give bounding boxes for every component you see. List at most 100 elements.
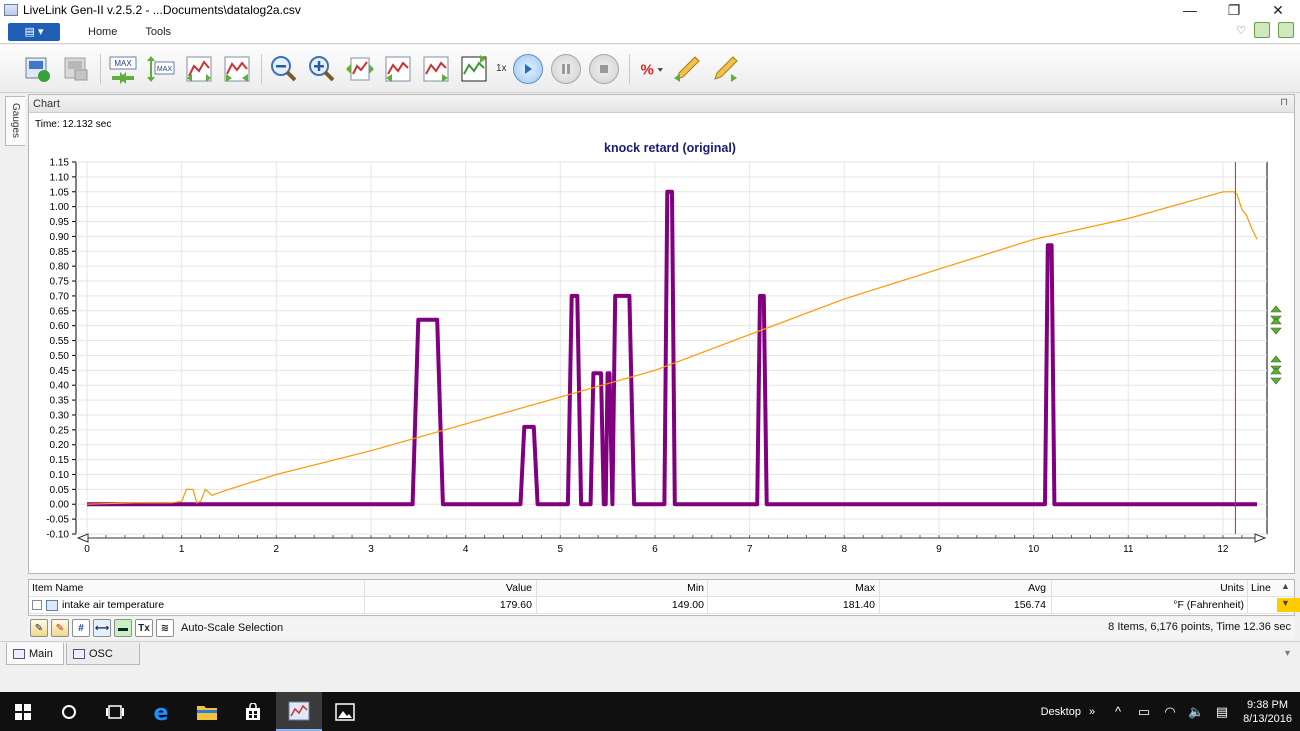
max-vertical-button[interactable]: MAX	[145, 53, 177, 85]
pause-button[interactable]	[550, 53, 581, 84]
start-button[interactable]	[0, 692, 46, 731]
tab-tools[interactable]: Tools	[145, 26, 171, 38]
system-tray: Desktop » ^ ▭ ◠ 🔈 ▤ 9:38 PM 8/13/2016	[1041, 692, 1292, 731]
band-icon[interactable]: ▬	[114, 619, 132, 637]
scroll-right-icon	[1254, 533, 1267, 543]
connect-button[interactable]	[22, 53, 54, 85]
disconnect-button[interactable]	[60, 53, 92, 85]
col-line[interactable]: Line	[1251, 582, 1271, 594]
time-readout: Time: 12.132 sec	[35, 119, 111, 130]
zoom-in-button[interactable]	[306, 53, 338, 85]
gauges-side-tab[interactable]: Gauges	[5, 96, 25, 146]
play-button[interactable]	[512, 53, 543, 84]
row-value: 179.60	[499, 599, 532, 611]
clock[interactable]: 9:38 PM 8/13/2016	[1243, 698, 1292, 726]
file-explorer-button[interactable]	[184, 692, 230, 731]
y-tick-label: 0.95	[50, 217, 70, 228]
wifi-icon[interactable]: ◠	[1162, 704, 1178, 720]
tab-osc[interactable]: OSC	[66, 643, 140, 665]
document-tabs: Main OSC ▾	[0, 641, 1300, 665]
export-file-icon[interactable]	[1278, 22, 1294, 38]
y-tick-label: 0.90	[50, 232, 70, 243]
svg-text:MAX: MAX	[114, 59, 132, 68]
y-tick-label: 0.50	[50, 351, 70, 362]
pencil-left-button[interactable]	[670, 53, 702, 85]
show-hidden-icons-icon[interactable]: ^	[1110, 704, 1126, 720]
col-value[interactable]: Value	[506, 582, 532, 594]
chevron-down-icon[interactable]: ▾	[1285, 648, 1290, 659]
pencil-red-tool-icon[interactable]: ✎	[51, 619, 69, 637]
x-tick-label: 7	[747, 544, 753, 555]
tab-main-label: Main	[29, 647, 53, 660]
pan-left-button[interactable]	[382, 53, 414, 85]
volume-icon[interactable]: 🔈	[1188, 704, 1204, 720]
y-tick-label: 0.60	[50, 321, 70, 332]
scroll-up-icon[interactable]: ▲	[1281, 581, 1290, 591]
open-file-icon[interactable]	[1254, 22, 1270, 38]
livelink-app-icon	[288, 701, 310, 720]
toolbar-chevron-icon[interactable]: »	[1089, 706, 1095, 718]
x-tick-label: 0	[84, 544, 90, 555]
percent-dropdown-button[interactable]: %	[636, 53, 664, 85]
row-checkbox[interactable]	[32, 600, 42, 610]
max-scale-button[interactable]: MAX	[107, 53, 139, 85]
windows-logo-icon	[15, 703, 31, 720]
photos-button[interactable]	[322, 692, 368, 731]
restore-button[interactable]: ❐	[1212, 0, 1256, 20]
task-view-button[interactable]	[92, 692, 138, 731]
file-menu-button[interactable]: ▤ ▾	[8, 22, 60, 41]
photos-icon	[335, 702, 355, 721]
stop-button[interactable]	[588, 53, 619, 84]
scroll-down-icon[interactable]: ▼	[1281, 598, 1290, 608]
auto-scale-label[interactable]: Auto-Scale Selection	[181, 622, 283, 634]
tab-osc-label: OSC	[89, 647, 113, 660]
store-button[interactable]	[230, 692, 276, 731]
x-tick-label: 4	[463, 544, 469, 555]
y-tick-label: 0.10	[50, 470, 70, 481]
pencil-right-button[interactable]	[708, 53, 740, 85]
search-button[interactable]	[46, 692, 92, 731]
playback-speed-label[interactable]: 1x	[496, 63, 507, 74]
fit-horizontal-button[interactable]	[344, 53, 376, 85]
close-button[interactable]: ✕	[1256, 0, 1300, 20]
col-divider	[364, 580, 365, 596]
x-tick-label: 12	[1217, 544, 1229, 555]
zoom-out-button[interactable]	[268, 53, 300, 85]
y-tick-label: 0.45	[50, 366, 70, 377]
col-divider	[707, 597, 708, 613]
chart-area[interactable]: Time: 12.132 sec knock retard (original)…	[29, 114, 1294, 573]
pan-to-end-button[interactable]	[458, 53, 490, 85]
minimize-button[interactable]: —	[1168, 0, 1212, 20]
grid-number-icon[interactable]: #	[72, 619, 90, 637]
tab-home[interactable]: Home	[88, 26, 117, 38]
desktop-toolbar-label[interactable]: Desktop	[1041, 706, 1081, 718]
notifications-icon[interactable]: ▤	[1214, 704, 1230, 720]
fit-width-icon[interactable]: ⟷	[93, 619, 111, 637]
items-table: Item Name Value Min Max Avg Units Line ▲…	[28, 579, 1300, 616]
ribbon-collapse-icon[interactable]: ♡	[1236, 24, 1246, 37]
chart-settings-icon[interactable]: ≋	[156, 619, 174, 637]
chart-svg[interactable]: Time: 12.132 sec knock retard (original)…	[29, 114, 1294, 573]
tab-main[interactable]: Main	[6, 643, 64, 665]
edge-browser-button[interactable]: e	[138, 692, 184, 731]
zoom-fit-button[interactable]	[183, 53, 215, 85]
pan-right-button[interactable]	[420, 53, 452, 85]
battery-icon[interactable]: ▭	[1136, 704, 1152, 720]
livelink-taskbar-button[interactable]	[276, 692, 322, 731]
pencil-tool-icon[interactable]: ✎	[30, 619, 48, 637]
table-row[interactable]: intake air temperature 179.60 149.00 181…	[29, 597, 1300, 614]
text-overlay-icon[interactable]: Tx	[135, 619, 153, 637]
y-tick-label: 0.80	[50, 262, 70, 273]
col-max[interactable]: Max	[855, 582, 875, 594]
x-tick-label: 3	[368, 544, 374, 555]
pin-icon[interactable]: ⊓	[1280, 97, 1288, 108]
col-min[interactable]: Min	[687, 582, 704, 594]
x-tick-label: 11	[1123, 544, 1134, 555]
row-units: °F (Fahrenheit)	[1173, 599, 1244, 611]
col-avg[interactable]: Avg	[1028, 582, 1046, 594]
col-units[interactable]: Units	[1220, 582, 1244, 594]
table-header-row: Item Name Value Min Max Avg Units Line ▲	[29, 580, 1294, 597]
x-tick-label: 5	[558, 544, 564, 555]
col-item-name[interactable]: Item Name	[32, 582, 83, 594]
zoom-range-button[interactable]	[221, 53, 253, 85]
